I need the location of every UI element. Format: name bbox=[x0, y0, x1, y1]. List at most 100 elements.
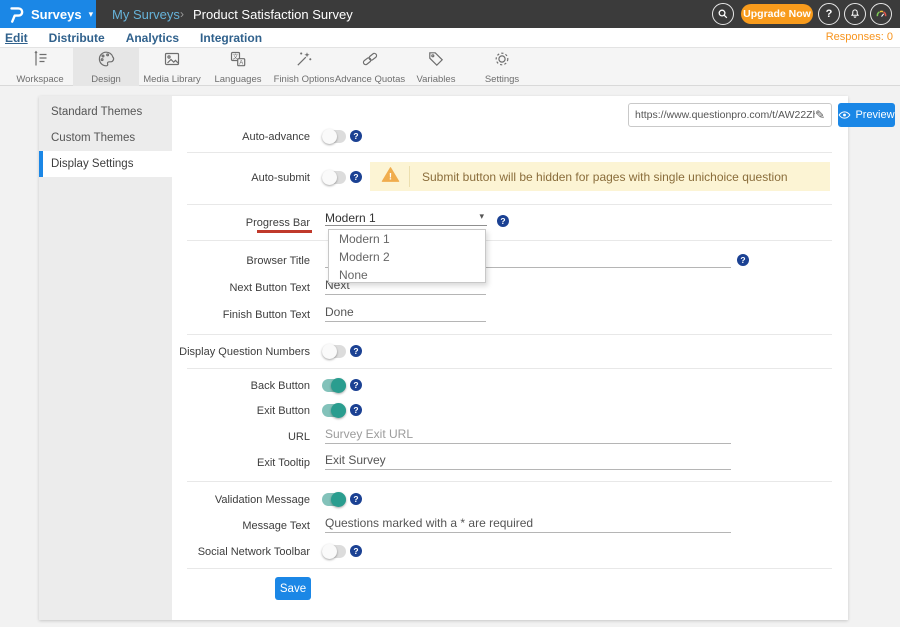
toolbar-item-workspace[interactable]: Workspace bbox=[7, 48, 73, 86]
display-question-numbers-toggle[interactable] bbox=[322, 345, 346, 358]
edit-url-pencil-icon[interactable]: ✎ bbox=[815, 108, 825, 122]
toolbar-item-finish-options[interactable]: Finish Options bbox=[271, 48, 337, 86]
divider bbox=[187, 568, 832, 569]
back-button-label: Back Button bbox=[172, 379, 310, 393]
finish-button-text-row: Finish Button Text Done bbox=[172, 307, 848, 323]
survey-url-field[interactable]: https://www.questionpro.com/t/AW22Zh44 ✎ bbox=[628, 103, 832, 127]
exit-button-row: Exit Button ? bbox=[172, 403, 848, 419]
page-title: Product Satisfaction Survey bbox=[193, 0, 353, 28]
progress-bar-select[interactable]: Modern 1 ▾ bbox=[325, 209, 487, 226]
progress-bar-help-icon[interactable]: ? bbox=[497, 215, 509, 227]
responses-count[interactable]: Responses: 0 bbox=[826, 31, 893, 43]
progress-bar-dropdown: Modern 1 Modern 2 None bbox=[328, 229, 486, 283]
select-caret-icon: ▾ bbox=[479, 211, 484, 222]
back-button-toggle[interactable] bbox=[322, 379, 346, 392]
message-text-row: Message Text Questions marked with a * a… bbox=[172, 518, 848, 534]
nav-tab-edit[interactable]: Edit bbox=[5, 31, 28, 45]
upgrade-now-button[interactable]: Upgrade Now bbox=[741, 4, 813, 24]
exit-tooltip-row: Exit Tooltip Exit Survey bbox=[172, 455, 848, 471]
save-button[interactable]: Save bbox=[275, 577, 311, 600]
dropdown-option-none[interactable]: None bbox=[329, 266, 485, 284]
toolbar-item-settings[interactable]: Settings bbox=[469, 48, 535, 86]
sidebar-item-display-settings[interactable]: Display Settings bbox=[39, 151, 172, 177]
toolbar-item-design[interactable]: Design bbox=[73, 48, 139, 86]
product-name: Surveys bbox=[31, 7, 82, 22]
toolbar-item-advance-quotas[interactable]: Advance Quotas bbox=[337, 48, 403, 86]
next-button-text-label: Next Button Text bbox=[172, 281, 310, 295]
preview-button[interactable]: Preview bbox=[838, 103, 895, 127]
workspace-list-icon bbox=[31, 50, 49, 73]
usage-gauge-icon[interactable] bbox=[870, 3, 892, 25]
settings-gear-icon bbox=[493, 50, 511, 73]
themes-sidebar: Standard Themes Custom Themes Display Se… bbox=[39, 96, 172, 620]
exit-button-toggle[interactable] bbox=[322, 404, 346, 417]
dropdown-option-modern-1[interactable]: Modern 1 bbox=[329, 230, 485, 248]
progress-bar-selected-value: Modern 1 bbox=[325, 211, 376, 225]
progress-bar-label: Progress Bar bbox=[172, 216, 310, 230]
exit-tooltip-input[interactable]: Exit Survey bbox=[325, 453, 731, 470]
exit-button-help-icon[interactable]: ? bbox=[350, 404, 362, 416]
browser-title-row: Browser Title ? bbox=[172, 253, 848, 269]
product-switcher[interactable]: Surveys ▾ bbox=[0, 0, 96, 28]
validation-message-toggle[interactable] bbox=[322, 493, 346, 506]
display-question-numbers-label: Display Question Numbers bbox=[172, 345, 310, 359]
dropdown-option-modern-2[interactable]: Modern 2 bbox=[329, 248, 485, 266]
sidebar-item-custom-themes[interactable]: Custom Themes bbox=[39, 125, 172, 151]
progress-bar-annotation bbox=[257, 230, 312, 233]
nav-tab-analytics[interactable]: Analytics bbox=[126, 31, 179, 45]
eye-icon bbox=[838, 110, 851, 120]
auto-advance-toggle[interactable] bbox=[322, 130, 346, 143]
toolbar-item-media-library[interactable]: Media Library bbox=[139, 48, 205, 86]
display-question-numbers-help-icon[interactable]: ? bbox=[350, 345, 362, 357]
help-circle-icon[interactable]: ? bbox=[818, 3, 840, 25]
auto-advance-help-icon[interactable]: ? bbox=[350, 130, 362, 142]
message-text-input[interactable]: Questions marked with a * are required bbox=[325, 516, 731, 533]
sidebar-item-standard-themes[interactable]: Standard Themes bbox=[39, 99, 172, 125]
divider bbox=[187, 368, 832, 369]
notifications-bell-icon[interactable] bbox=[844, 3, 866, 25]
social-network-toolbar-help-icon[interactable]: ? bbox=[350, 545, 362, 557]
toolbar-item-variables[interactable]: Variables bbox=[403, 48, 469, 86]
exit-button-label: Exit Button bbox=[172, 404, 310, 418]
browser-title-help-icon[interactable]: ? bbox=[737, 254, 749, 266]
media-library-icon bbox=[163, 50, 181, 73]
section-nav: Edit Distribute Analytics Integration Re… bbox=[0, 28, 900, 48]
auto-submit-warning: ! Submit button will be hidden for pages… bbox=[370, 162, 830, 191]
auto-submit-toggle[interactable] bbox=[322, 171, 346, 184]
social-network-toolbar-label: Social Network Toolbar bbox=[172, 545, 310, 559]
nav-tab-integration[interactable]: Integration bbox=[200, 31, 262, 45]
back-button-help-icon[interactable]: ? bbox=[350, 379, 362, 391]
divider bbox=[187, 334, 832, 335]
nav-tab-distribute[interactable]: Distribute bbox=[49, 31, 105, 45]
divider bbox=[187, 240, 832, 241]
back-button-row: Back Button ? bbox=[172, 378, 848, 394]
warning-triangle-icon: ! bbox=[381, 166, 400, 188]
divider bbox=[187, 152, 832, 153]
languages-icon: 文A bbox=[229, 50, 247, 73]
display-settings-form: Auto-advance ? Auto-submit ? ! Submit bu… bbox=[172, 96, 848, 620]
message-text-label: Message Text bbox=[172, 519, 310, 533]
survey-url-value[interactable]: https://www.questionpro.com/t/AW22Zh44 bbox=[635, 109, 815, 121]
exit-url-input[interactable]: Survey Exit URL bbox=[325, 427, 731, 444]
finish-button-text-input[interactable]: Done bbox=[325, 305, 486, 322]
top-bar: Surveys ▾ My Surveys › Product Satisfact… bbox=[0, 0, 900, 28]
social-network-toolbar-toggle[interactable] bbox=[322, 545, 346, 558]
breadcrumb-parent[interactable]: My Surveys bbox=[112, 0, 180, 28]
search-icon[interactable] bbox=[712, 3, 734, 25]
advance-quotas-chain-icon bbox=[361, 50, 379, 73]
auto-submit-label: Auto-submit bbox=[172, 171, 310, 185]
exit-tooltip-label: Exit Tooltip bbox=[172, 456, 310, 470]
auto-submit-help-icon[interactable]: ? bbox=[350, 171, 362, 183]
display-settings-panel: Standard Themes Custom Themes Display Se… bbox=[39, 96, 848, 620]
svg-text:!: ! bbox=[389, 171, 392, 182]
chevron-down-icon: ▾ bbox=[89, 9, 94, 20]
toolbar-item-languages[interactable]: 文A Languages bbox=[205, 48, 271, 86]
validation-message-help-icon[interactable]: ? bbox=[350, 493, 362, 505]
auto-advance-label: Auto-advance bbox=[172, 130, 310, 144]
breadcrumb-separator-icon: › bbox=[180, 0, 184, 28]
exit-url-label: URL bbox=[172, 430, 310, 444]
svg-text:A: A bbox=[239, 60, 243, 66]
browser-title-label: Browser Title bbox=[172, 254, 310, 268]
variables-tag-icon bbox=[427, 50, 445, 73]
questionpro-logo-icon bbox=[8, 5, 25, 24]
